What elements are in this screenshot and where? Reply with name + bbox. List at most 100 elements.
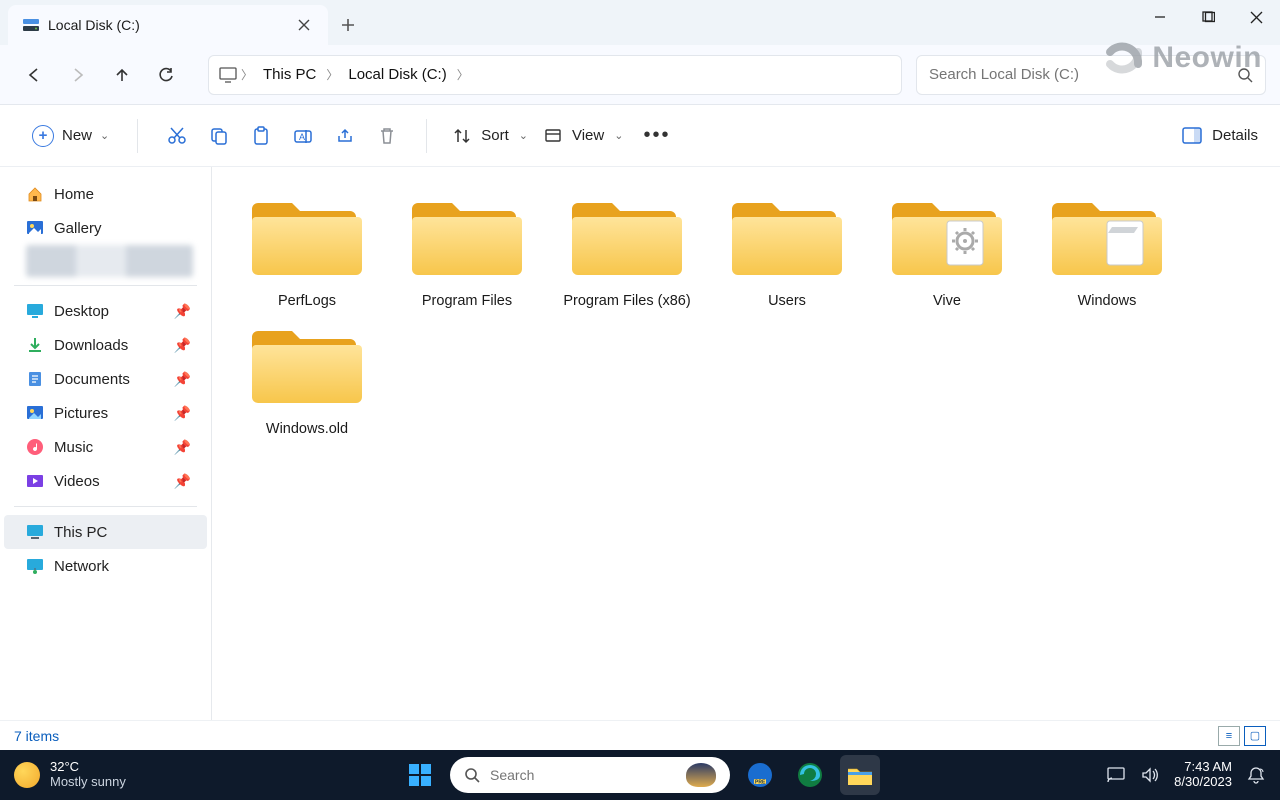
clipboard-icon — [251, 126, 271, 146]
navigation-bar: 〉 This PC 〉 Local Disk (C:) 〉 — [0, 45, 1280, 105]
minimize-button[interactable] — [1136, 0, 1184, 34]
sidebar-item-label: Pictures — [54, 405, 108, 422]
search-box[interactable] — [916, 55, 1266, 95]
delete-button[interactable] — [366, 115, 408, 157]
sidebar-item-label: Home — [54, 186, 94, 203]
weather-desc: Mostly sunny — [50, 775, 126, 790]
tray-cast-icon[interactable] — [1106, 765, 1126, 785]
sort-label: Sort — [481, 127, 509, 144]
tray-clock[interactable]: 7:43 AM 8/30/2023 — [1174, 760, 1232, 790]
folder-label: Program Files (x86) — [563, 291, 690, 311]
new-label: New — [62, 127, 92, 144]
edge-button[interactable] — [790, 755, 830, 795]
sidebar-item-desktop[interactable]: Desktop📌 — [4, 294, 207, 328]
back-button[interactable] — [14, 55, 54, 95]
folder-item[interactable]: Users — [722, 191, 852, 311]
refresh-button[interactable] — [146, 55, 186, 95]
sidebar-item-home[interactable]: Home — [4, 177, 207, 211]
thispc-icon — [26, 523, 44, 541]
edge-icon — [796, 761, 824, 789]
plus-icon — [341, 18, 355, 32]
sidebar-item-label: Network — [54, 558, 109, 575]
share-icon — [335, 126, 355, 146]
folder-item[interactable]: PerfLogs — [242, 191, 372, 311]
sidebar-item-label: Downloads — [54, 337, 128, 354]
scissors-icon — [167, 126, 187, 146]
svg-text:A: A — [299, 132, 305, 142]
rename-button[interactable]: A — [282, 115, 324, 157]
folder-icon — [846, 763, 874, 787]
paste-button[interactable] — [240, 115, 282, 157]
edge-preview-button[interactable]: PRE — [740, 755, 780, 795]
up-button[interactable] — [102, 55, 142, 95]
new-button[interactable]: + New ⌄ — [22, 119, 119, 153]
windows-icon — [407, 762, 433, 788]
copy-button[interactable] — [198, 115, 240, 157]
pin-icon: 📌 — [174, 337, 191, 354]
trash-icon — [377, 126, 397, 146]
separator — [14, 506, 197, 507]
sidebar-item-downloads[interactable]: Downloads 📌 — [4, 328, 207, 362]
folder-label: Program Files — [422, 291, 512, 311]
desktop-icon — [26, 302, 44, 320]
sidebar-item-documents[interactable]: Documents📌 — [4, 362, 207, 396]
folder-item[interactable]: Program Files — [402, 191, 532, 311]
sidebar-item-music[interactable]: Music📌 — [4, 430, 207, 464]
tab-close-button[interactable] — [290, 11, 318, 39]
sort-button[interactable]: Sort ⌄ — [445, 121, 536, 151]
taskbar-search-input[interactable] — [490, 767, 676, 783]
address-bar[interactable]: 〉 This PC 〉 Local Disk (C:) 〉 — [208, 55, 902, 95]
file-explorer-button[interactable] — [840, 755, 880, 795]
window-close-button[interactable] — [1232, 0, 1280, 34]
details-pane-button[interactable]: Details — [1182, 127, 1258, 145]
details-label: Details — [1212, 127, 1258, 144]
taskbar-search[interactable] — [450, 757, 730, 793]
tray-volume-icon[interactable] — [1140, 765, 1160, 785]
sort-icon — [453, 127, 471, 145]
folder-item[interactable]: Windows.old — [242, 319, 372, 439]
breadcrumb-root[interactable]: This PC — [257, 66, 322, 83]
folder-icon — [252, 191, 362, 279]
arrow-left-icon — [25, 66, 43, 84]
maximize-button[interactable] — [1184, 0, 1232, 34]
chevron-down-icon: ⌄ — [614, 129, 623, 142]
weather-icon — [14, 762, 40, 788]
sidebar-item-pictures[interactable]: Pictures📌 — [4, 396, 207, 430]
sidebar-item-network[interactable]: Network — [4, 549, 207, 583]
more-options-button[interactable]: ••• — [631, 124, 682, 147]
view-icons-button[interactable]: ▢ — [1244, 726, 1266, 746]
share-button[interactable] — [324, 115, 366, 157]
folder-icon — [892, 191, 1002, 279]
view-button[interactable]: View ⌄ — [536, 121, 631, 151]
weather-widget[interactable]: 32°C Mostly sunny — [14, 760, 126, 790]
search-input[interactable] — [929, 66, 1237, 83]
folder-label: Users — [768, 291, 806, 311]
start-button[interactable] — [400, 755, 440, 795]
folder-icon — [732, 191, 842, 279]
forward-button[interactable] — [58, 55, 98, 95]
arrow-up-icon — [113, 66, 131, 84]
folder-item[interactable]: Windows — [1042, 191, 1172, 311]
folder-view[interactable]: PerfLogs Program Files Program Files (x8… — [212, 167, 1280, 720]
tray-notifications-icon[interactable] — [1246, 765, 1266, 785]
sidebar-item-label: Documents — [54, 371, 130, 388]
ellipsis-icon: ••• — [643, 124, 670, 146]
breadcrumb-current[interactable]: Local Disk (C:) — [342, 66, 452, 83]
search-highlight-icon — [686, 763, 716, 787]
tab-title: Local Disk (C:) — [48, 17, 282, 33]
sidebar-item-gallery[interactable]: Gallery — [4, 211, 207, 245]
cut-button[interactable] — [156, 115, 198, 157]
status-bar: 7 items ≡ ▢ — [0, 720, 1280, 750]
sidebar-item-videos[interactable]: Videos📌 — [4, 464, 207, 498]
sidebar-item-this-pc[interactable]: This PC — [4, 515, 207, 549]
tab-active[interactable]: Local Disk (C:) — [8, 5, 328, 45]
folder-icon — [1052, 191, 1162, 279]
folder-item[interactable]: Program Files (x86) — [562, 191, 692, 311]
pin-icon: 📌 — [174, 439, 191, 456]
new-tab-button[interactable] — [328, 5, 368, 45]
folder-item[interactable]: Vive — [882, 191, 1012, 311]
details-pane-icon — [1182, 127, 1202, 145]
folder-icon — [252, 319, 362, 407]
folder-label: Windows — [1078, 291, 1137, 311]
view-list-button[interactable]: ≡ — [1218, 726, 1240, 746]
